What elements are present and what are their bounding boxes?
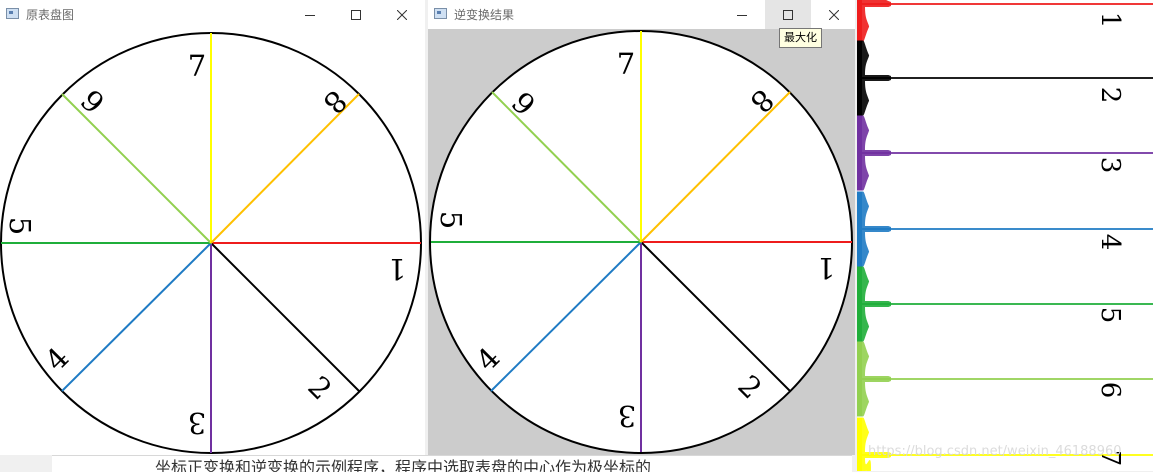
title-bar[interactable]: 逆变换结果 [428, 0, 855, 29]
dial-digit: 5 [434, 211, 468, 229]
dial-canvas: 78651423 [0, 29, 425, 455]
dial-digit: 7 [617, 47, 635, 81]
window-title: 原表盘图 [26, 8, 75, 22]
minimize-icon [737, 14, 747, 16]
background-window-edge [0, 455, 52, 471]
dial-digit: 7 [188, 49, 206, 83]
window-original-dial: 原表盘图 78651423 [0, 0, 425, 455]
window-title: 逆变换结果 [454, 8, 515, 22]
minimize-icon [305, 14, 315, 16]
dial-digit: 5 [3, 217, 37, 235]
app-icon [6, 8, 19, 19]
title-bar[interactable]: 原表盘图 [0, 0, 425, 29]
document-line: 坐标正变换和逆变换的示例程序，程序中选取表盘的中心作为极坐标的 [155, 458, 652, 472]
result-canvas: 78651423 [428, 29, 855, 455]
close-icon [397, 9, 407, 20]
close-button[interactable] [811, 0, 855, 29]
dial-digit: 3 [188, 406, 206, 440]
maximize-icon [351, 9, 361, 20]
strip-edge-yellow [857, 417, 862, 471]
strip-digit: 6 [1095, 382, 1125, 399]
background-document-text: 坐标正变换和逆变换的示例程序，程序中选取表盘的中心作为极坐标的 [52, 455, 852, 472]
strip-digit: 4 [1095, 234, 1125, 251]
strip-digit: 3 [1095, 157, 1125, 174]
dial-digit: 1 [388, 252, 406, 286]
minimize-button[interactable] [287, 0, 333, 29]
strip-digit: 5 [1095, 307, 1125, 324]
dial-digit: 3 [618, 399, 636, 433]
maximize-icon [783, 9, 793, 20]
strip-edge-blue [857, 191, 862, 267]
polar-strip-window: 1234567 [857, 0, 1153, 471]
dial-digit: 1 [817, 251, 835, 285]
maximize-tooltip: 最大化 [779, 28, 822, 48]
close-button[interactable] [379, 0, 425, 29]
strip-digit: 2 [1095, 87, 1125, 104]
watermark: https://blog.csdn.net/weixin_46188960 [868, 444, 1122, 459]
app-icon [434, 8, 447, 19]
strip-edge-green [857, 266, 862, 342]
result-image: 78651423 [428, 29, 855, 455]
strip-edge-black [857, 40, 862, 116]
window-inverse-result: 逆变换结果 78651423 [428, 0, 855, 455]
strip-edge-purple [857, 115, 862, 191]
maximize-button[interactable] [333, 0, 379, 29]
close-icon [829, 9, 839, 20]
polar-strip-image: 1234567 [857, 0, 1153, 471]
strip-edge-lightgreen [857, 341, 862, 417]
dial-image: 78651423 [0, 32, 422, 454]
minimize-button[interactable] [719, 0, 765, 29]
strip-digit: 1 [1095, 12, 1125, 29]
maximize-button[interactable] [765, 0, 811, 29]
